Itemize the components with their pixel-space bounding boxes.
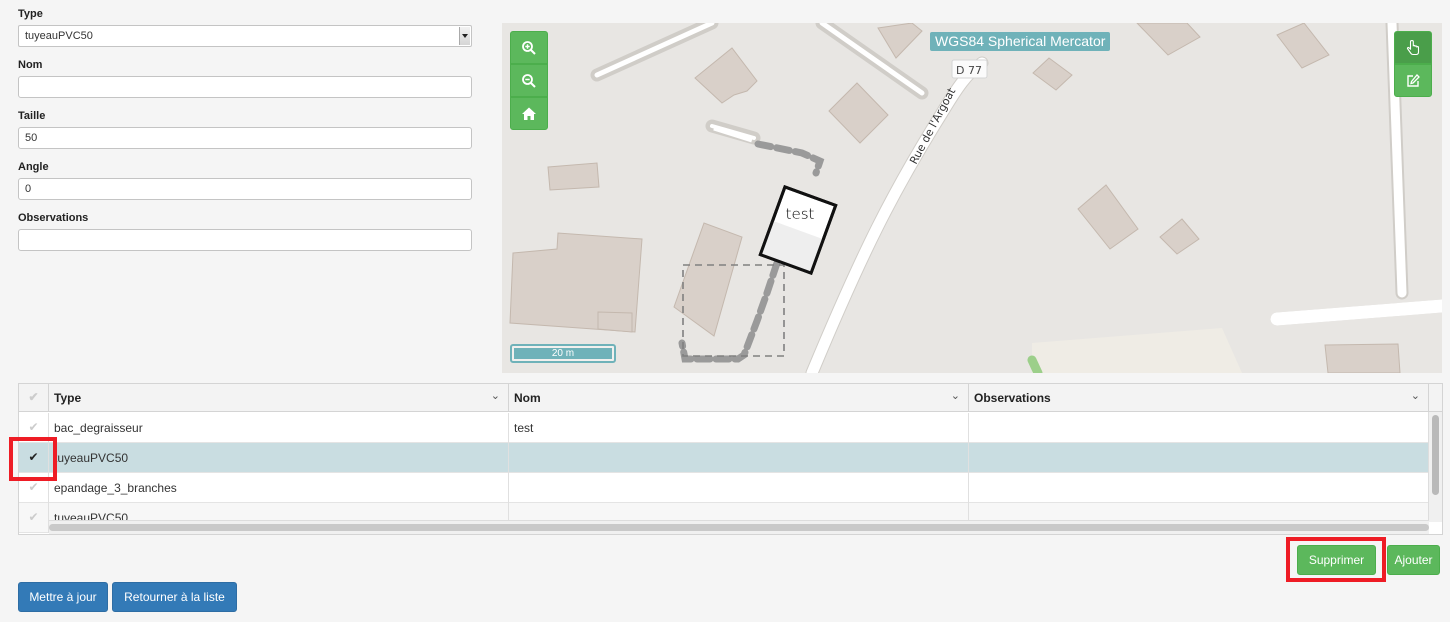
- taille-input[interactable]: [18, 127, 472, 149]
- nom-input[interactable]: [18, 76, 472, 98]
- edit-tool-button[interactable]: [1394, 64, 1432, 97]
- row-checkbox[interactable]: ✔: [19, 413, 49, 443]
- observations-input[interactable]: [18, 229, 472, 251]
- chevron-down-icon[interactable]: ⌄: [1411, 389, 1420, 402]
- chevron-down-icon[interactable]: ⌄: [951, 389, 960, 402]
- scroll-thumb[interactable]: [1432, 415, 1439, 495]
- column-header-observations[interactable]: Observations ⌄: [969, 384, 1429, 412]
- zoom-in-button[interactable]: [510, 31, 548, 64]
- cell-observations: [969, 413, 1429, 443]
- zoom-out-button[interactable]: [510, 64, 548, 97]
- feature-label: test: [786, 205, 815, 223]
- horizontal-scrollbar[interactable]: [49, 520, 1429, 534]
- cell-type: tuyeauPVC50: [49, 443, 509, 473]
- ajouter-button[interactable]: Ajouter: [1387, 545, 1440, 575]
- svg-text:D 77: D 77: [956, 64, 982, 77]
- feature-box[interactable]: [758, 185, 838, 275]
- features-grid: ✔ Type ⌄ Nom ⌄ Observations ⌄ ✔ bac_degr…: [18, 383, 1443, 535]
- vertical-scrollbar[interactable]: [1428, 412, 1442, 522]
- cell-nom: test: [509, 413, 969, 443]
- supprimer-button[interactable]: Supprimer: [1297, 545, 1376, 575]
- road-name-label: Rue de l'Argoat: [907, 85, 958, 166]
- mettre-a-jour-button[interactable]: Mettre à jour: [18, 582, 108, 612]
- select-tool-button[interactable]: [1394, 31, 1432, 64]
- table-row[interactable]: ✔ bac_degraisseur test: [19, 413, 1429, 443]
- row-checkbox-checked[interactable]: ✔: [19, 443, 49, 473]
- taille-label: Taille: [18, 110, 46, 122]
- retourner-liste-button[interactable]: Retourner à la liste: [112, 582, 237, 612]
- row-checkbox[interactable]: ✔: [19, 503, 49, 533]
- table-row[interactable]: ✔ epandage_3_branches: [19, 473, 1429, 503]
- type-label: Type: [18, 8, 43, 20]
- zoom-in-icon: [522, 40, 536, 55]
- cell-type: bac_degraisseur: [49, 413, 509, 443]
- column-header-observations-label: Observations: [974, 391, 1051, 405]
- cell-type: epandage_3_branches: [49, 473, 509, 503]
- cell-nom: [509, 473, 969, 503]
- map-canvas[interactable]: D 77 Rue de l'Argoat test: [502, 23, 1442, 373]
- observations-label: Observations: [18, 212, 89, 224]
- column-header-nom[interactable]: Nom ⌄: [509, 384, 969, 412]
- column-header-type[interactable]: Type ⌄: [49, 384, 509, 412]
- home-icon: [522, 107, 536, 120]
- grid-header: ✔ Type ⌄ Nom ⌄ Observations ⌄: [19, 384, 1442, 412]
- select-all-checkbox[interactable]: ✔: [19, 384, 49, 412]
- type-select[interactable]: tuyeauPVC50: [18, 25, 472, 47]
- map-view[interactable]: D 77 Rue de l'Argoat test WGS84 Spherica…: [502, 23, 1442, 373]
- road-ref-label: D 77: [951, 59, 988, 79]
- edit-icon: [1407, 73, 1420, 87]
- landuse-area: [1032, 328, 1242, 373]
- column-header-type-label: Type: [54, 391, 82, 405]
- chevron-down-icon[interactable]: ⌄: [491, 389, 500, 402]
- zoom-out-icon: [522, 73, 536, 88]
- hand-pointer-icon: [1406, 39, 1420, 55]
- scale-bar: 20 m: [510, 344, 616, 363]
- angle-input[interactable]: [18, 178, 472, 200]
- green-path: [1027, 355, 1043, 373]
- cell-observations: [969, 443, 1429, 473]
- scale-label: 20 m: [514, 348, 612, 359]
- cell-nom: [509, 443, 969, 473]
- angle-label: Angle: [18, 161, 49, 173]
- cell-observations: [969, 473, 1429, 503]
- projection-label: WGS84 Spherical Mercator: [930, 32, 1111, 51]
- nom-label: Nom: [18, 59, 43, 71]
- column-header-nom-label: Nom: [514, 391, 541, 405]
- row-checkbox[interactable]: ✔: [19, 473, 49, 503]
- home-button[interactable]: [510, 97, 548, 130]
- table-row-selected[interactable]: ✔ tuyeauPVC50: [19, 443, 1429, 473]
- scroll-thumb[interactable]: [49, 524, 1429, 531]
- chevron-down-icon[interactable]: [459, 27, 470, 45]
- type-select-value: tuyeauPVC50: [25, 30, 93, 42]
